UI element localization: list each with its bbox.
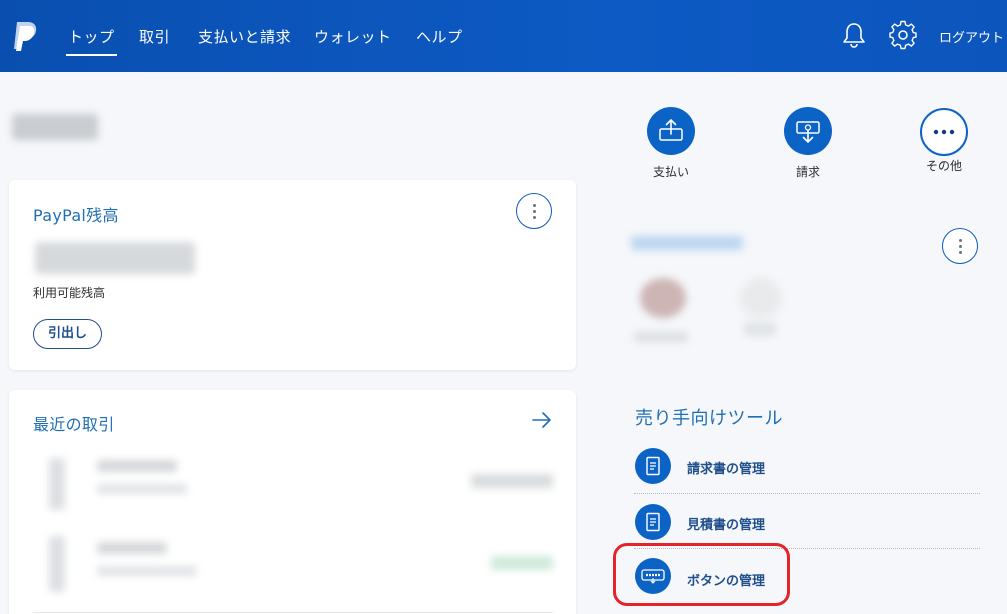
- invoice-tool-button[interactable]: [635, 448, 671, 484]
- blurred-transaction-amount: [471, 474, 553, 488]
- send-money-label[interactable]: 支払い: [653, 163, 689, 180]
- blurred-contact-avatar: [640, 278, 686, 318]
- more-icon: [933, 129, 955, 135]
- send-money-icon: [659, 119, 683, 141]
- recent-transactions-title: 最近の取引: [33, 415, 115, 434]
- bell-icon[interactable]: [839, 20, 869, 50]
- blurred-transaction-detail: [97, 484, 187, 494]
- arrow-right-icon[interactable]: [531, 410, 553, 430]
- invoice-management-link[interactable]: 請求書の管理: [687, 458, 765, 477]
- blurred-transaction-amount: [491, 556, 553, 570]
- nav-top[interactable]: トップ: [66, 26, 117, 56]
- request-money-label[interactable]: 請求: [796, 163, 820, 180]
- estimate-management-link[interactable]: 見積書の管理: [687, 514, 765, 533]
- blurred-transaction-date: [49, 458, 65, 510]
- more-actions-button[interactable]: [920, 108, 968, 156]
- estimate-tool-button[interactable]: [635, 504, 671, 540]
- nav-transactions[interactable]: 取引: [139, 26, 170, 47]
- request-money-button[interactable]: [784, 107, 832, 155]
- blurred-balance-amount: [35, 242, 195, 274]
- balance-card-title: PayPal残高: [33, 206, 119, 225]
- nav-wallet[interactable]: ウォレット: [314, 26, 392, 47]
- blurred-transaction-date: [49, 536, 65, 592]
- blurred-contact-name: [634, 332, 688, 342]
- recent-transactions-card: 最近の取引: [9, 390, 576, 614]
- balance-more-options-icon[interactable]: [516, 193, 552, 229]
- blurred-contact-name: [744, 322, 776, 336]
- red-highlight-annotation: [613, 543, 790, 606]
- paypal-logo-icon[interactable]: [11, 20, 39, 52]
- blurred-transaction-detail: [97, 566, 197, 576]
- gear-icon[interactable]: [888, 20, 918, 50]
- blurred-contact-avatar: [740, 278, 782, 318]
- row-divider: [33, 612, 553, 613]
- available-balance-caption: 利用可能残高: [33, 286, 106, 300]
- send-money-button[interactable]: [647, 107, 695, 155]
- logout-link[interactable]: ログアウト: [939, 27, 1004, 46]
- more-actions-label[interactable]: その他: [926, 157, 962, 174]
- request-money-icon: [796, 121, 820, 143]
- nav-help[interactable]: ヘルプ: [416, 26, 463, 47]
- withdraw-button[interactable]: 引出し: [33, 319, 102, 349]
- top-navigation-bar: トップ 取引 支払いと請求 ウォレット ヘルプ ログアウト: [0, 0, 1007, 72]
- blurred-transaction-name: [97, 542, 167, 554]
- estimate-icon: [646, 512, 660, 532]
- nav-payments-and-requests[interactable]: 支払いと請求: [198, 26, 291, 47]
- blurred-greeting: [12, 114, 98, 140]
- blurred-transaction-name: [97, 460, 177, 472]
- seller-tools-title: 売り手向けツール: [635, 408, 783, 429]
- section-more-options-icon[interactable]: [942, 228, 978, 264]
- invoice-icon: [646, 456, 660, 476]
- blurred-section-title: [631, 236, 743, 250]
- tool-divider: [634, 493, 980, 494]
- balance-card: PayPal残高 利用可能残高 引出し: [9, 180, 576, 370]
